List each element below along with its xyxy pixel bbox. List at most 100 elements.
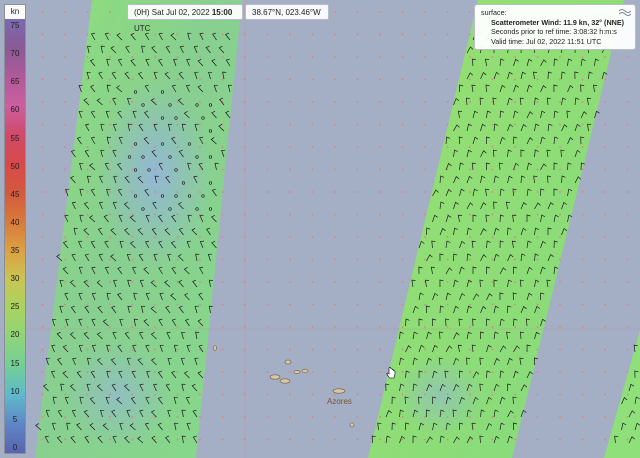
grid-dot [424, 258, 426, 261]
grid-dot [199, 416, 201, 418]
grid-dot [221, 33, 224, 36]
grid-dot [446, 326, 449, 328]
grid-dot [176, 281, 179, 283]
grid-dot [266, 213, 269, 216]
grid-dot [131, 213, 134, 216]
grid-dot [356, 258, 359, 261]
grid-dot [41, 416, 44, 418]
grid-dot [221, 393, 224, 396]
grid-dot [154, 56, 156, 58]
grid-dot [176, 303, 179, 306]
grid-dot [334, 281, 336, 283]
grid-dot [604, 281, 606, 283]
legend-tick: 50 [10, 161, 20, 171]
grid-dot [401, 281, 404, 283]
grid-dot [289, 438, 291, 441]
grid-dot [109, 56, 111, 58]
info-valid-time: Valid time: Jul 02, 2022 11:51 UTC [491, 36, 602, 46]
grid-dot [469, 78, 471, 81]
time-display[interactable]: (0H) Sat Jul 02, 2022 15:00 UTC [127, 4, 243, 33]
grid-dot [86, 326, 89, 328]
grid-dot [401, 236, 404, 238]
grid-dot [244, 56, 246, 58]
grid-dot [581, 326, 584, 328]
grid-dot [581, 281, 584, 283]
grid-dot [604, 303, 606, 306]
grid-dot [491, 258, 494, 261]
grid-dot [446, 281, 449, 283]
grid-dot [289, 146, 291, 148]
grid-dot [491, 123, 494, 126]
grid-dot [446, 416, 449, 418]
grid-dot [289, 123, 291, 126]
grid-dot [109, 438, 111, 441]
grid-dot [311, 191, 314, 193]
grid-dot [154, 393, 156, 396]
grid-dot [131, 393, 134, 396]
grid-dot [514, 438, 516, 441]
grid-dot [131, 438, 134, 441]
grid-dot [424, 326, 426, 328]
grid-dot [559, 168, 561, 171]
grid-dot [334, 11, 336, 13]
grid-dot [199, 303, 201, 306]
grid-dot [64, 236, 66, 238]
grid-dot [221, 78, 224, 81]
grid-dot [41, 78, 44, 81]
grid-dot [41, 371, 44, 373]
grid-dot [604, 56, 606, 58]
grid-dot [176, 371, 179, 373]
grid-dot [86, 56, 89, 58]
grid-dot [581, 168, 584, 171]
grid-dot [266, 168, 269, 171]
grid-dot [109, 258, 111, 261]
grid-dot [626, 101, 629, 103]
grid-dot [131, 56, 134, 58]
grid-dot [424, 416, 426, 418]
grid-dot [64, 393, 66, 396]
wind-map[interactable] [0, 0, 640, 458]
grid-dot [154, 191, 156, 193]
grid-dot [514, 191, 516, 193]
grid-dot [86, 236, 89, 238]
grid-dot [401, 303, 404, 306]
grid-dot [581, 258, 584, 261]
legend-tick: 75 [10, 21, 20, 30]
grid-dot [311, 101, 314, 103]
grid-dot [109, 348, 111, 351]
grid-dot [64, 56, 66, 58]
grid-dot [131, 123, 134, 126]
grid-dot [311, 56, 314, 58]
grid-dot [424, 146, 426, 148]
grid-dot [221, 281, 224, 283]
grid-dot [424, 11, 426, 13]
grid-dot [199, 326, 201, 328]
grid-dot [626, 416, 629, 418]
grid-dot [356, 438, 359, 441]
grid-dot [41, 393, 44, 396]
grid-dot [334, 56, 336, 58]
grid-dot [379, 56, 381, 58]
grid-dot [559, 78, 561, 81]
grid-dot [401, 213, 404, 216]
grid-dot [289, 303, 291, 306]
grid-dot [446, 303, 449, 306]
grid-dot [131, 101, 134, 103]
grid-dot [176, 123, 179, 126]
grid-dot [289, 236, 291, 238]
legend-tick: 0 [12, 443, 18, 452]
legend-tick: 20 [10, 330, 20, 340]
grid-dot [424, 191, 426, 193]
grid-dot [401, 56, 404, 58]
grid-dot [379, 258, 381, 261]
grid-dot [176, 416, 179, 418]
grid-dot [311, 416, 314, 418]
grid-dot [86, 191, 89, 193]
grid-dot [266, 348, 269, 351]
grid-dot [244, 236, 246, 238]
wave-icon[interactable] [619, 8, 631, 16]
grid-dot [491, 303, 494, 306]
speed-legend: kn 75 70 65 60 55 50 45 40 35 30 25 20 15 10 5 0 [4, 4, 26, 454]
grid-dot [401, 348, 404, 351]
grid-dot [626, 56, 629, 58]
